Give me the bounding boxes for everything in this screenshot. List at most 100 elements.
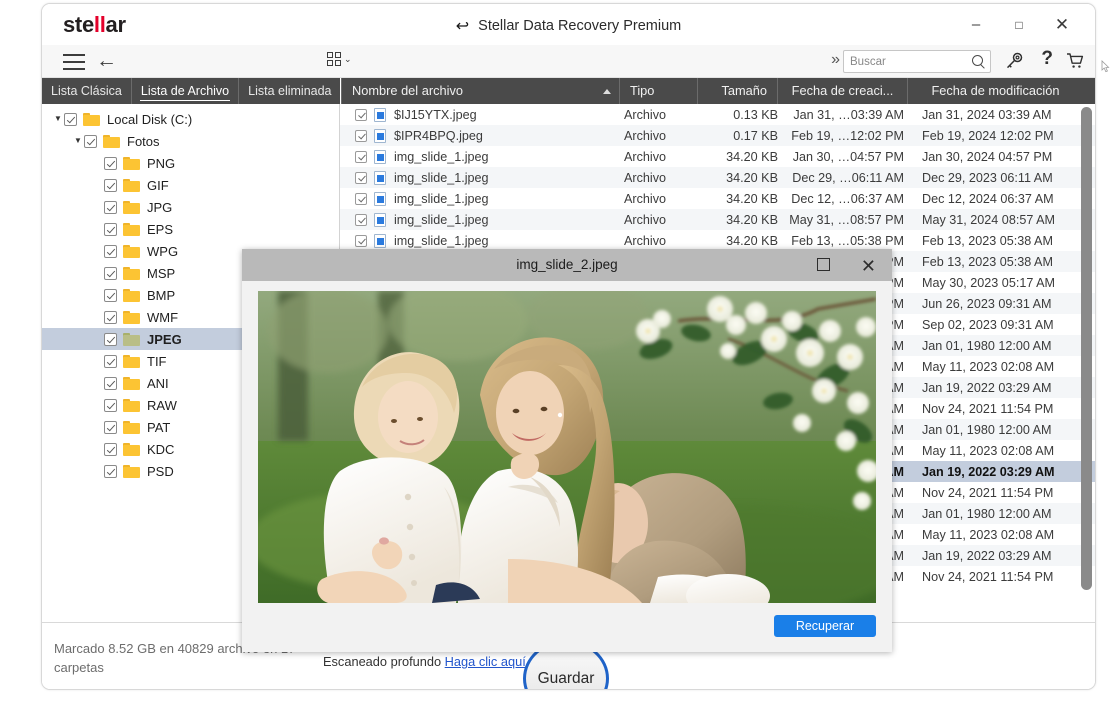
tree-item-label: PSD [147,463,174,479]
cell-name: $IJ15YTX.jpeg [394,107,477,122]
cell-modified: Jan 01, 1980 12:00 AM [922,506,1052,521]
back-arrow-icon[interactable]: ← [96,47,117,75]
file-checkbox[interactable] [355,150,367,163]
cell-type: Archivo [624,128,666,143]
tree-item-local-disk-c[interactable]: ▼ Local Disk (C:) [42,108,339,130]
tree-item-png[interactable]: PNG [42,152,339,174]
cell-type: Archivo [624,170,666,185]
preview-maximize-button[interactable] [817,258,830,271]
title-back-icon[interactable]: ↩ [456,16,469,36]
tree-checkbox[interactable] [104,222,117,236]
tab-lista-de-archivo[interactable]: Lista de Archivo [132,78,240,104]
cell-modified: Jan 30, 2024 04:57 PM [922,149,1053,164]
cell-created: Jan 30, …04:57 PM [792,149,904,164]
column-header-4[interactable]: Fecha de modificación [908,78,1083,104]
tree-checkbox[interactable] [104,266,117,280]
hamburger-icon[interactable] [61,49,87,73]
table-row[interactable]: img_slide_1.jpeg Archivo 34.20 KB Dec 12, …… [340,188,1095,209]
tree-expand-icon[interactable]: ▼ [52,108,64,130]
table-row[interactable]: $IPR4BPQ.jpeg Archivo 0.17 KB Feb 19, …12:0… [340,125,1095,146]
search-icon[interactable] [972,55,983,66]
tree-checkbox[interactable] [104,420,117,434]
column-header-3[interactable]: Fecha de creaci... [778,78,908,104]
tree-checkbox[interactable] [104,244,117,258]
file-checkbox[interactable] [355,171,367,184]
file-checkbox[interactable] [355,108,367,121]
cart-icon[interactable] [1065,51,1085,76]
close-button[interactable]: ✕ [1047,14,1077,36]
tree-expand-icon[interactable]: ▼ [72,130,84,152]
tree-item-fotos[interactable]: ▼ Fotos [42,130,339,152]
tree-item-label: EPS [147,221,174,237]
folder-icon [123,288,140,302]
column-header-0[interactable]: Nombre del archivo [342,78,620,104]
cell-modified: Jan 19, 2022 03:29 AM [922,464,1055,479]
file-checkbox[interactable] [355,129,367,142]
help-icon[interactable]: ? [1041,48,1053,70]
column-header-2[interactable]: Tamaño [698,78,778,104]
tree-checkbox[interactable] [84,134,97,148]
file-checkbox[interactable] [355,192,367,205]
table-row[interactable]: img_slide_1.jpeg Archivo 34.20 KB Jan 30, …… [340,146,1095,167]
preview-title-text: img_slide_2.jpeg [516,257,618,272]
folder-icon [123,266,140,280]
tree-checkbox[interactable] [104,200,117,214]
deep-scan-link[interactable]: Haga clic aquí [445,654,526,669]
table-row[interactable]: $IJ15YTX.jpeg Archivo 0.13 KB Jan 31, …03:3… [340,104,1095,125]
grid-squares [327,52,341,66]
preview-close-icon[interactable]: ✕ [861,251,876,281]
folder-icon [123,354,140,368]
cell-name: img_slide_1.jpeg [394,149,489,164]
column-header-row: Nombre del archivo Tipo Tamaño Fecha de cre… [340,78,1095,104]
chevron-down-icon: ⌄ [344,53,352,64]
cell-name: img_slide_1.jpeg [394,233,489,248]
cell-modified: Feb 13, 2023 05:38 AM [922,254,1053,269]
file-checkbox[interactable] [355,234,367,247]
tree-checkbox[interactable] [64,112,77,126]
cell-created: Jan 31, …03:39 AM [793,107,904,122]
column-header-label: Tipo [630,83,655,98]
tree-checkbox[interactable] [104,288,117,302]
maximize-button[interactable]: □ [1004,14,1034,36]
tree-item-jpg[interactable]: JPG [42,196,339,218]
folder-icon [123,420,140,434]
tree-checkbox[interactable] [104,156,117,170]
table-row[interactable]: img_slide_1.jpeg Archivo 34.20 KB Dec 29, …… [340,167,1095,188]
preview-title-bar: img_slide_2.jpeg ✕ [242,249,892,281]
tab-lista-clásica[interactable]: Lista Clásica [42,78,132,104]
column-header-label: Fecha de creaci... [791,83,894,98]
key-icon[interactable] [1004,51,1024,76]
tree-checkbox[interactable] [104,376,117,390]
search-input[interactable] [850,51,962,72]
recover-button[interactable]: Recuperar [774,615,876,637]
file-list-scrollbar[interactable] [1081,107,1092,593]
tree-item-label: RAW [147,397,177,413]
toolbar: ← ⌄ » ? [42,45,1095,78]
search-box[interactable] [843,50,991,73]
cell-modified: Jan 31, 2024 03:39 AM [922,107,1052,122]
cell-created: Feb 19, …12:02 PM [791,128,904,143]
tab-lista-eliminada[interactable]: Lista eliminada [239,78,342,104]
tree-checkbox[interactable] [104,310,117,324]
cell-size: 0.17 KB [733,128,778,143]
tree-item-eps[interactable]: EPS [42,218,339,240]
tree-checkbox[interactable] [104,178,117,192]
table-row[interactable]: img_slide_1.jpeg Archivo 34.20 KB Feb 13, …… [340,230,1095,251]
image-file-icon [374,191,386,206]
folder-icon [103,134,120,148]
table-row[interactable]: img_slide_1.jpeg Archivo 34.20 KB May 31, …… [340,209,1095,230]
file-checkbox[interactable] [355,213,367,226]
cell-modified: Sep 02, 2023 09:31 AM [922,317,1054,332]
tree-checkbox[interactable] [104,354,117,368]
tree-checkbox[interactable] [104,464,117,478]
tree-item-gif[interactable]: GIF [42,174,339,196]
expand-toolbar-icon[interactable]: » [831,51,840,69]
column-header-1[interactable]: Tipo [620,78,698,104]
tree-checkbox[interactable] [104,332,117,346]
minimize-button[interactable]: – [961,14,991,36]
tree-checkbox[interactable] [104,442,117,456]
tree-checkbox[interactable] [104,398,117,412]
scrollbar-thumb[interactable] [1081,107,1092,590]
image-preview-dialog: img_slide_2.jpeg ✕ Recuperar [242,249,892,652]
grid-view-icon[interactable]: ⌄ [327,52,352,66]
